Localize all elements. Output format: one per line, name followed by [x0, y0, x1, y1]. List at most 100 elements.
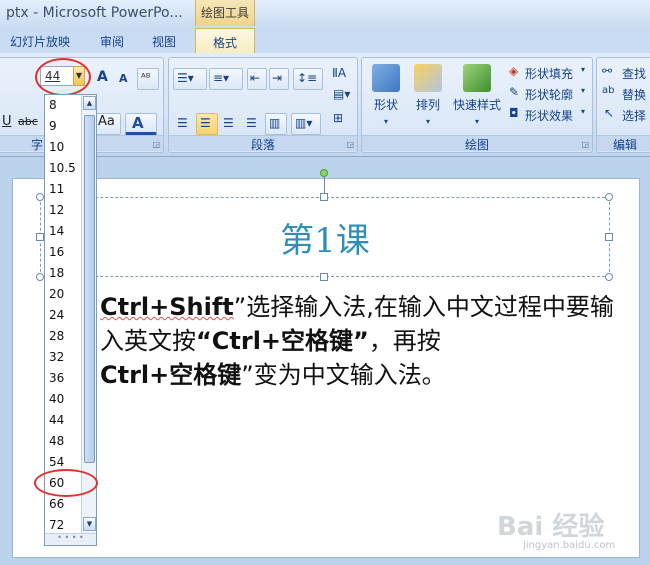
text-direction-button[interactable]: ⅡA [329, 64, 353, 84]
numbering-button[interactable]: ≡▾ [209, 68, 243, 90]
font-size-dropdown-arrow[interactable]: ▼ [73, 66, 85, 86]
pen-outline-icon: ✎ [509, 85, 520, 99]
shape-effects-button[interactable]: ◘ 形状效果 ▾ [506, 104, 592, 124]
font-size-option[interactable]: 40 [45, 389, 81, 410]
resize-handle-bl[interactable] [36, 273, 44, 281]
context-tools-header: 绘图工具 [195, 0, 255, 26]
clear-formatting-button[interactable]: ᴬᴮ [137, 68, 159, 90]
font-size-option[interactable]: 32 [45, 347, 81, 368]
select-button[interactable]: ↖ 选择 [599, 104, 650, 124]
font-size-option[interactable]: 10.5 [45, 158, 81, 179]
align-text-button[interactable]: ▤▾ [329, 86, 353, 104]
increase-indent-icon: ⇥ [272, 71, 283, 85]
numbering-icon: ≡▾ [213, 71, 230, 85]
arrange-button[interactable]: 排列 ▾ [408, 62, 448, 132]
drawing-group: 形状 ▾ 排列 ▾ 快速样式 ▾ ◈ 形状填充 ▾ ✎ 形状轮廓 ▾ ◘ 形状效果 ▾… [361, 57, 593, 153]
font-size-dropdown-list[interactable]: 8 9 10 10.5 11 12 14 16 18 20 24 28 32 3… [44, 94, 97, 546]
tab-view[interactable]: 视图 [152, 33, 176, 50]
decrease-indent-icon: ⇤ [250, 71, 261, 85]
smartart-button[interactable]: ⊞ [329, 108, 353, 130]
resize-handle-br[interactable] [605, 273, 613, 281]
distributed-button[interactable]: ▥ [265, 113, 287, 135]
align-right-button[interactable]: ☰ [219, 113, 241, 135]
font-size-option[interactable]: 12 [45, 200, 81, 221]
font-size-option[interactable]: 54 [45, 452, 81, 473]
dropdown-resize-grip[interactable]: • • • • [45, 533, 96, 545]
align-center-button[interactable]: ☰ [196, 113, 218, 135]
align-text-icon: ▤▾ [333, 87, 351, 101]
drawing-dialog-launcher-icon[interactable]: ◲ [581, 140, 589, 149]
font-dialog-launcher-icon[interactable]: ◲ [152, 140, 160, 149]
align-left-button[interactable]: ☰ [173, 113, 195, 135]
font-size-option[interactable]: 24 [45, 305, 81, 326]
font-size-option[interactable]: 20 [45, 284, 81, 305]
font-size-option[interactable]: 28 [45, 326, 81, 347]
font-size-option[interactable]: 11 [45, 179, 81, 200]
grow-font-button[interactable]: A [93, 68, 113, 90]
align-right-icon: ☰ [223, 116, 234, 130]
drawing-group-label: 绘图 [362, 135, 592, 152]
ribbon: A A ᴬᴮ U abc Aa A 字 ◲ ☰▾ ≡▾ ⇤ ⇥ ↕≡ ⅡA ▤▾… [0, 53, 650, 157]
watermark-logo: Bai 经验 [497, 512, 605, 542]
font-size-option[interactable]: 66 [45, 494, 81, 515]
font-size-option[interactable]: 44 [45, 410, 81, 431]
paragraph-group-label: 段落 [169, 135, 357, 152]
font-size-option[interactable]: 36 [45, 368, 81, 389]
font-color-button[interactable]: A [125, 113, 157, 135]
resize-handle-tl[interactable] [36, 193, 44, 201]
dropdown-scrollbar[interactable]: ▲ ▼ [81, 95, 96, 533]
scroll-down-icon[interactable]: ▼ [83, 517, 96, 531]
watermark-url: jingyan.baidu.com [523, 540, 616, 551]
font-size-option[interactable]: 48 [45, 431, 81, 452]
shape-outline-button[interactable]: ✎ 形状轮廓 ▾ [506, 83, 592, 103]
underline-button[interactable]: U [1, 113, 17, 133]
resize-handle-tr[interactable] [605, 193, 613, 201]
font-size-option[interactable]: 10 [45, 137, 81, 158]
body-text-ctrl-space-2: Ctrl+空格键 [100, 361, 242, 389]
arrange-icon [414, 64, 442, 92]
scroll-thumb[interactable] [84, 115, 95, 463]
shrink-font-button[interactable]: A [115, 71, 133, 89]
decrease-indent-button[interactable]: ⇤ [247, 68, 267, 90]
shapes-button[interactable]: 形状 ▾ [366, 62, 406, 132]
smartart-icon: ⊞ [333, 111, 344, 125]
columns-button[interactable]: ▥▾ [291, 113, 321, 135]
tab-format[interactable]: 格式 [195, 28, 255, 53]
binoculars-icon: ⚯ [602, 64, 613, 78]
body-text-segment-4: ，再按 [368, 327, 441, 355]
shape-fill-button[interactable]: ◈ 形状填充 ▾ [506, 62, 592, 82]
font-size-option-60[interactable]: 60 [45, 473, 81, 494]
paragraph-dialog-launcher-icon[interactable]: ◲ [346, 140, 354, 149]
rotate-handle[interactable] [320, 169, 328, 177]
strikethrough-button[interactable]: abc [17, 114, 41, 134]
font-size-option[interactable]: 18 [45, 263, 81, 284]
align-center-icon: ☰ [200, 116, 211, 130]
line-spacing-button[interactable]: ↕≡ [293, 68, 323, 90]
editing-group-label: 编辑 [597, 135, 650, 152]
font-size-option[interactable]: 8 [45, 95, 81, 116]
font-size-option[interactable]: 9 [45, 116, 81, 137]
replace-button[interactable]: ab 替换 [599, 83, 650, 103]
distributed-icon: ▥ [269, 116, 281, 130]
bullets-button[interactable]: ☰▾ [173, 68, 207, 90]
font-size-input[interactable]: 44 [40, 66, 74, 86]
justify-button[interactable]: ☰ [242, 113, 264, 135]
resize-handle-top[interactable] [320, 193, 328, 201]
tab-slideshow[interactable]: 幻灯片放映 [10, 33, 70, 50]
paint-bucket-icon: ◈ [509, 64, 519, 78]
change-case-button[interactable]: Aa [95, 113, 121, 135]
rotate-handle-stem [324, 177, 325, 194]
quick-styles-icon [463, 64, 491, 92]
line-spacing-icon: ↕≡ [297, 71, 318, 85]
resize-handle-bottom[interactable] [320, 273, 328, 281]
editing-group: ⚯ 查找 ab 替换 ↖ 选择 编辑 [596, 57, 650, 153]
slide-body-text[interactable]: Ctrl+Shift”选择输入法,在输入中文过程中要输入英文按“Ctrl+空格键… [100, 290, 620, 392]
font-size-option[interactable]: 14 [45, 221, 81, 242]
tab-review[interactable]: 审阅 [100, 33, 124, 50]
body-text-ctrl-space: “Ctrl+空格键” [196, 327, 369, 355]
scroll-up-icon[interactable]: ▲ [83, 96, 96, 110]
find-button[interactable]: ⚯ 查找 [599, 62, 650, 82]
increase-indent-button[interactable]: ⇥ [269, 68, 289, 90]
font-size-option[interactable]: 16 [45, 242, 81, 263]
quick-styles-button[interactable]: 快速样式 ▾ [450, 62, 504, 132]
